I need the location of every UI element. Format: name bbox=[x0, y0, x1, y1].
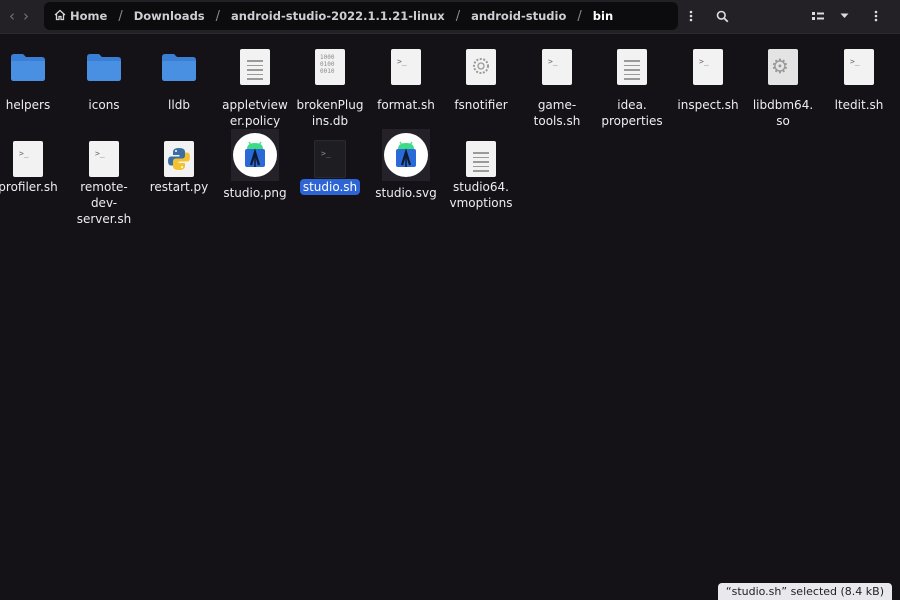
script-file-icon: >_ bbox=[292, 135, 368, 183]
file-label: libdbm64. so bbox=[752, 98, 814, 128]
script-file-icon: >_ bbox=[670, 43, 746, 91]
search-icon bbox=[716, 10, 728, 22]
text-file-icon bbox=[594, 43, 670, 91]
python-file-icon bbox=[141, 135, 217, 183]
folder-icon bbox=[66, 43, 142, 91]
breadcrumb: Home / Downloads / android-studio-2022.1… bbox=[52, 2, 615, 30]
folder-icon bbox=[141, 43, 217, 91]
image-thumbnail bbox=[368, 127, 444, 183]
text-file-icon bbox=[217, 43, 293, 91]
status-bar: “studio.sh” selected (8.4 kB) bbox=[717, 583, 892, 600]
breadcrumb-home[interactable]: Home bbox=[52, 5, 109, 27]
chevron-left-icon: ‹ bbox=[9, 7, 15, 25]
breadcrumb-separator: / bbox=[215, 8, 221, 24]
file-label: fsnotifier bbox=[454, 98, 508, 112]
selected-label: studio.sh bbox=[299, 179, 361, 195]
binary-file-icon: 1000 0100 0010 bbox=[292, 43, 368, 91]
breadcrumb-bin[interactable]: bin bbox=[591, 5, 615, 27]
file-label: studio64. vmoptions bbox=[449, 180, 513, 210]
executable-file-icon bbox=[443, 43, 519, 91]
chevron-down-icon bbox=[840, 13, 848, 18]
file-label: studio.png bbox=[223, 186, 287, 200]
library-file-icon: ⚙ bbox=[745, 43, 821, 91]
home-icon bbox=[54, 9, 66, 21]
header-bar: ‹ › Home / Downloads / android-studio-20… bbox=[0, 0, 900, 34]
script-file-icon: >_ bbox=[368, 43, 444, 91]
view-options-icon bbox=[812, 12, 824, 20]
chevron-right-icon: › bbox=[23, 7, 29, 25]
file-label: brokenPlug ins.db bbox=[296, 98, 364, 128]
file-label: lldb bbox=[168, 98, 190, 112]
path-bar: Home / Downloads / android-studio-2022.1… bbox=[44, 2, 678, 30]
folder-icon bbox=[0, 43, 66, 91]
file-label: ltedit.sh bbox=[834, 98, 884, 112]
file-label: studio.svg bbox=[375, 186, 437, 200]
breadcrumb-separator: / bbox=[577, 8, 582, 24]
image-thumbnail bbox=[217, 127, 293, 183]
script-file-icon: >_ bbox=[519, 43, 595, 91]
breadcrumb-android-studio-linux[interactable]: android-studio-2022.1.1.21-linux bbox=[229, 5, 447, 27]
vertical-dots-icon bbox=[689, 10, 693, 22]
file-label: game- tools.sh bbox=[533, 98, 581, 128]
breadcrumb-separator: / bbox=[455, 8, 461, 24]
script-file-icon: >_ bbox=[821, 43, 897, 91]
text-file-icon bbox=[443, 135, 519, 183]
file-label: format.sh bbox=[377, 98, 435, 112]
android-studio-logo-icon bbox=[233, 133, 277, 177]
file-grid: helpers icons lldb appletview er.policy … bbox=[0, 33, 900, 600]
path-menu-button[interactable] bbox=[681, 6, 701, 26]
file-label: restart.py bbox=[149, 180, 209, 194]
file-label: helpers bbox=[5, 98, 51, 112]
file-label-selected: studio.sh bbox=[288, 179, 372, 195]
file-label: icons bbox=[88, 98, 120, 112]
vertical-dots-icon bbox=[874, 10, 878, 22]
file-label: inspect.sh bbox=[677, 98, 739, 112]
file-label: idea. properties bbox=[601, 98, 663, 128]
file-label: remote- dev- server.sh bbox=[76, 180, 132, 226]
breadcrumb-separator: / bbox=[118, 8, 123, 24]
script-file-icon: >_ bbox=[0, 135, 66, 183]
window-menu-button[interactable] bbox=[866, 6, 886, 26]
file-label: appletview er.policy bbox=[222, 98, 288, 128]
breadcrumb-android-studio[interactable]: android-studio bbox=[469, 5, 568, 27]
search-button[interactable] bbox=[712, 6, 732, 26]
view-options-button[interactable] bbox=[808, 6, 828, 26]
view-dropdown-button[interactable] bbox=[834, 6, 854, 26]
breadcrumb-downloads[interactable]: Downloads bbox=[132, 5, 207, 27]
android-studio-logo-icon bbox=[384, 133, 428, 177]
script-file-icon: >_ bbox=[66, 135, 142, 183]
file-label: profiler.sh bbox=[0, 180, 58, 194]
forward-button[interactable]: › bbox=[16, 6, 36, 26]
